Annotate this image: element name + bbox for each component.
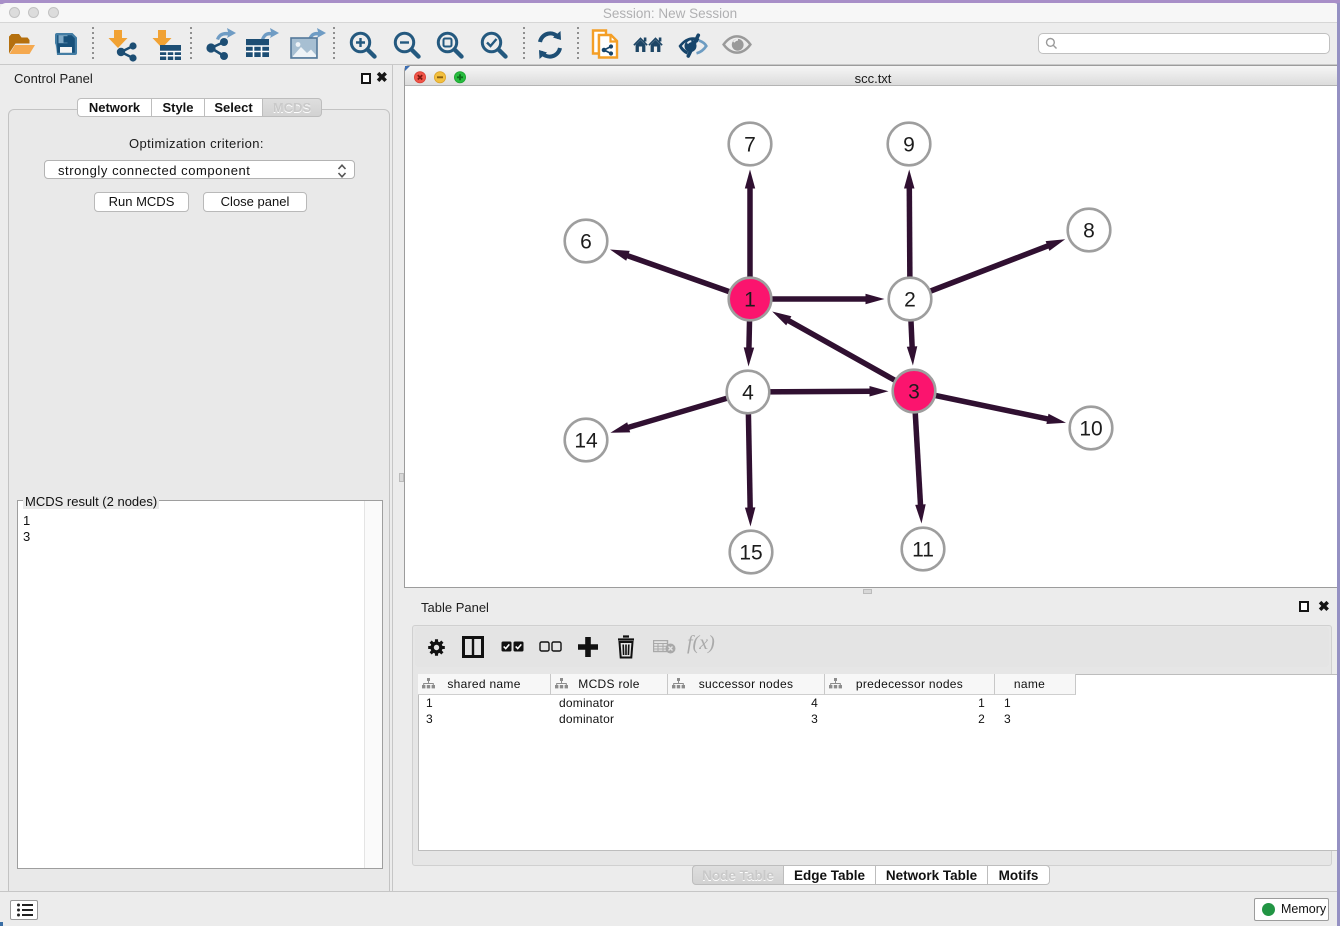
svg-text:2: 2 [904, 289, 916, 312]
svg-text:1: 1 [744, 289, 756, 312]
svg-text:10: 10 [1079, 418, 1102, 441]
svg-text:6: 6 [580, 231, 592, 254]
svg-text:4: 4 [742, 382, 754, 405]
svg-text:11: 11 [912, 539, 934, 562]
svg-text:8: 8 [1083, 220, 1095, 243]
svg-text:7: 7 [744, 134, 756, 157]
svg-text:14: 14 [574, 430, 598, 453]
svg-text:15: 15 [739, 542, 762, 565]
svg-text:3: 3 [908, 381, 920, 404]
svg-text:9: 9 [903, 134, 915, 157]
